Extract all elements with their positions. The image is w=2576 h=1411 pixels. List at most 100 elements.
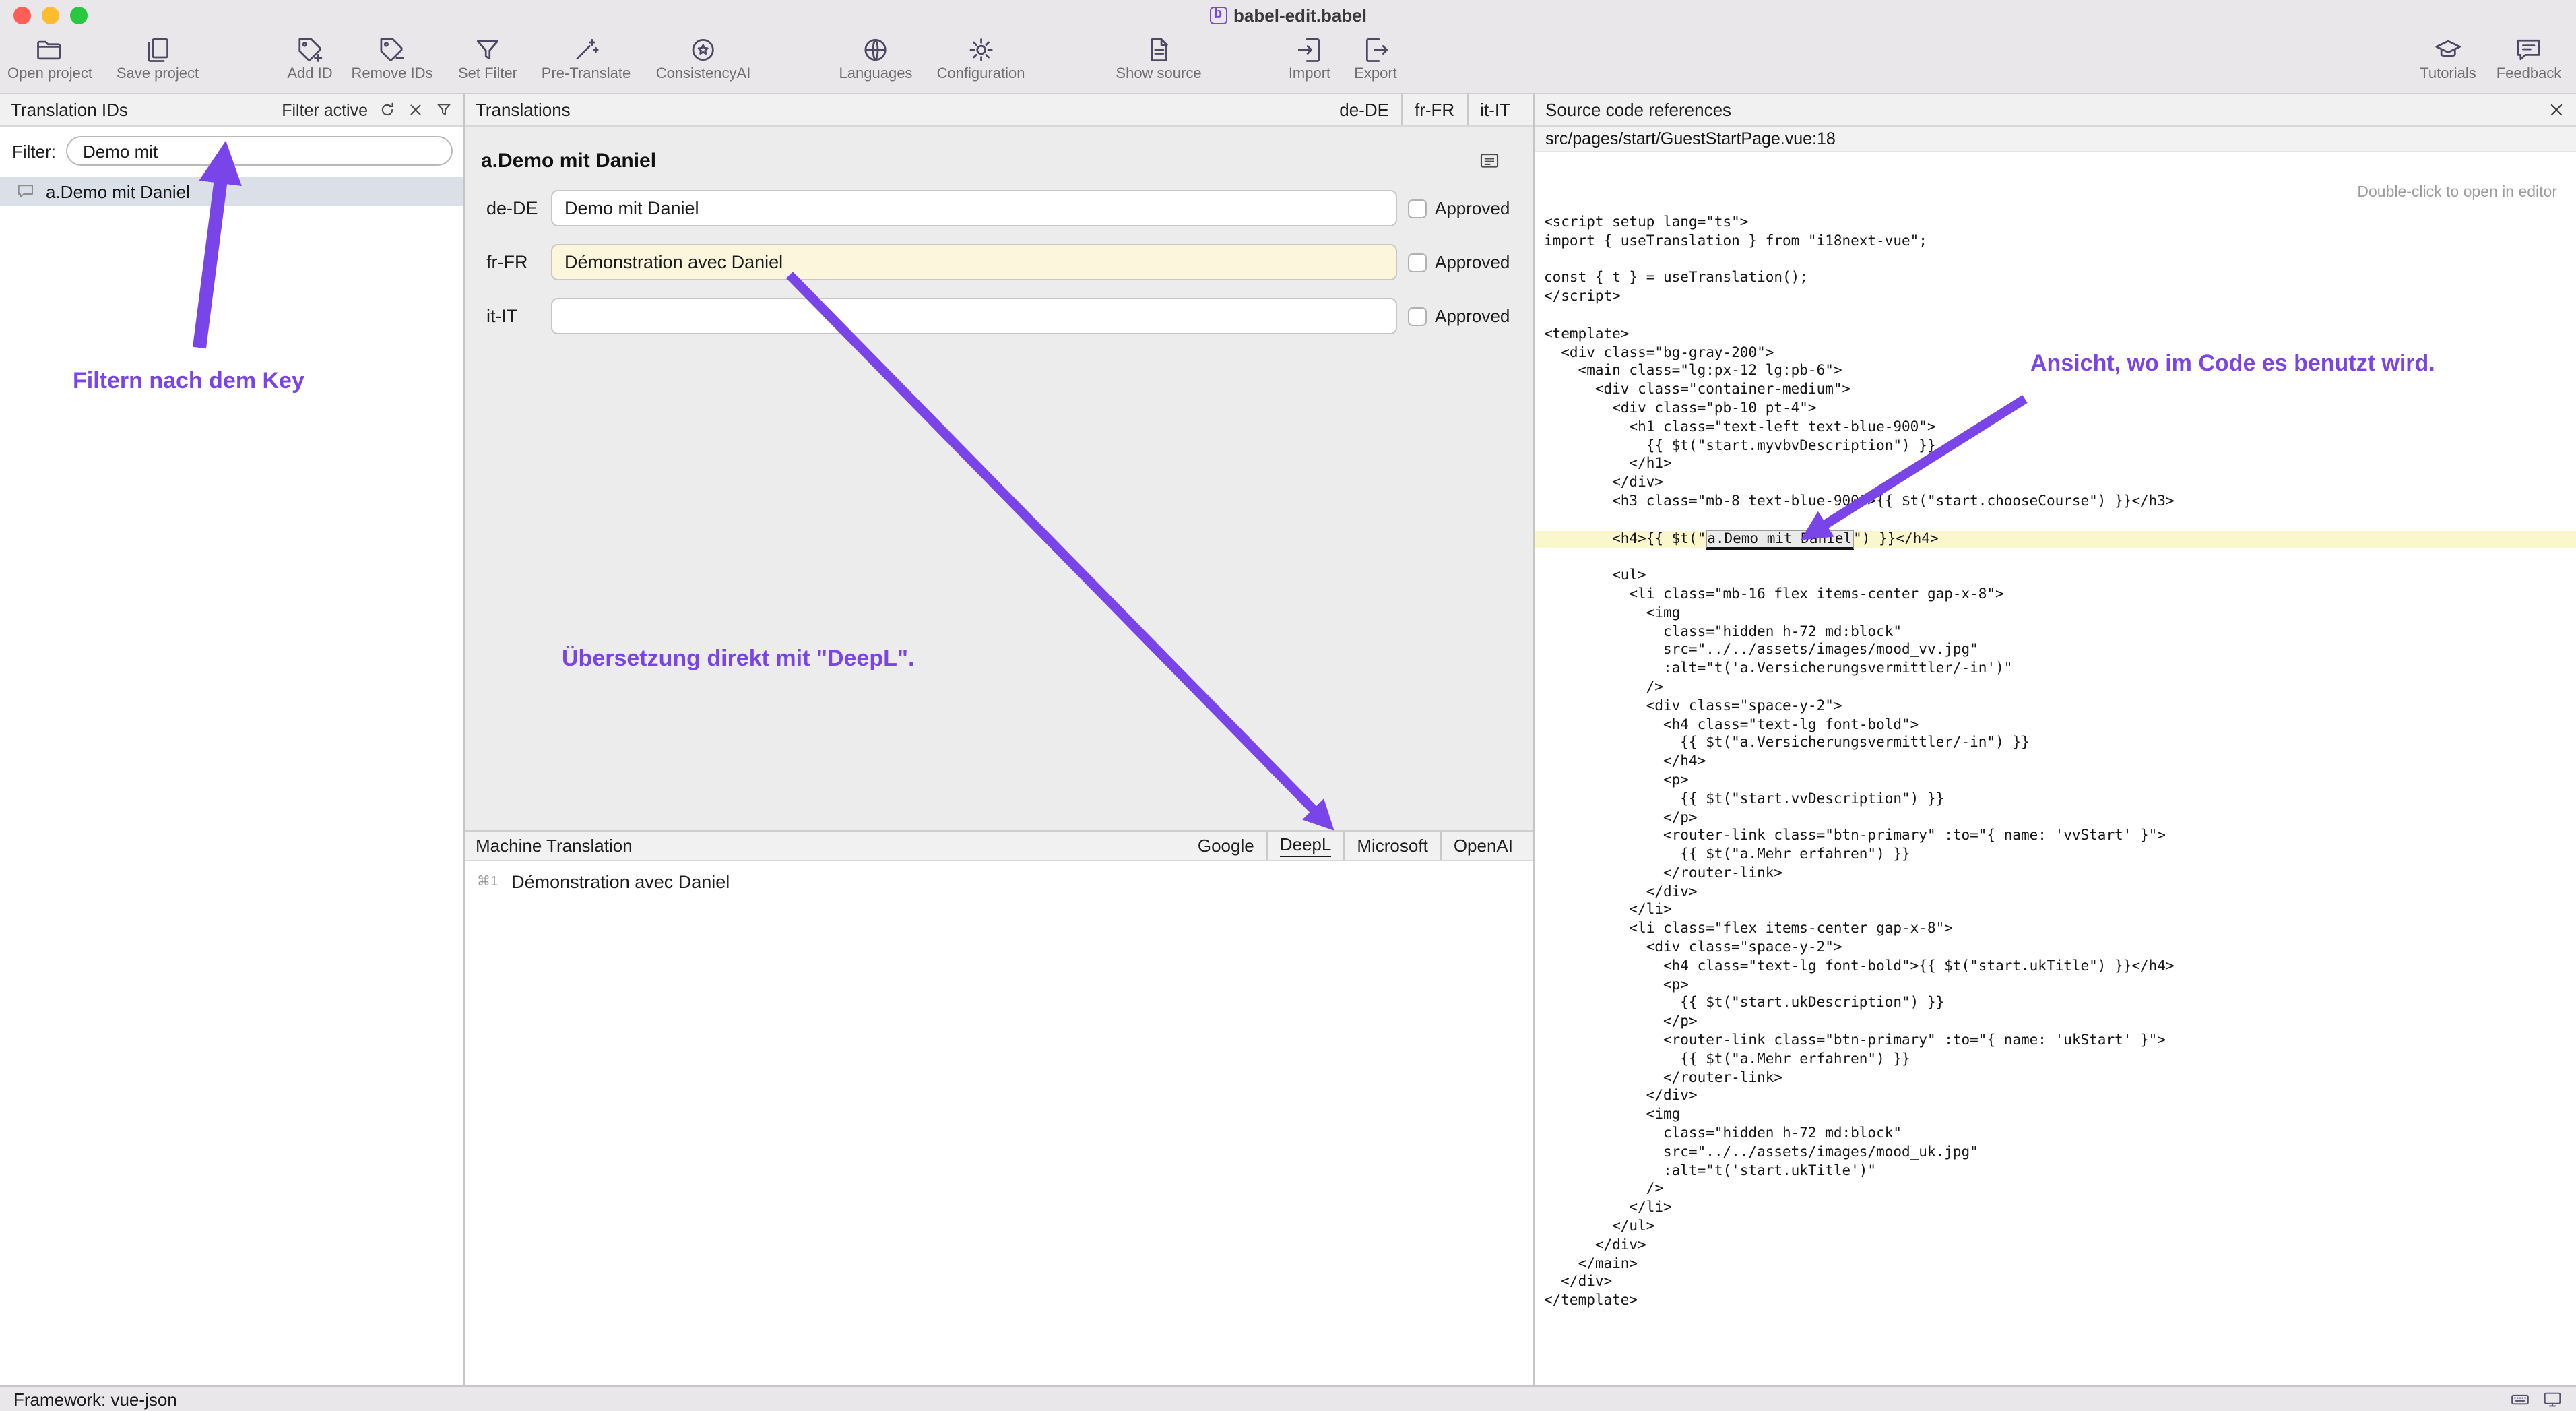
tag-minus-icon xyxy=(377,35,407,65)
code-line: </router-link> xyxy=(1535,865,2576,884)
toolbar-label: Languages xyxy=(839,66,913,82)
translation-input-it[interactable] xyxy=(551,298,1397,334)
toolbar-set-filter[interactable]: Set Filter xyxy=(458,35,517,82)
filter-input[interactable] xyxy=(65,136,453,166)
toolbar-languages[interactable]: Languages xyxy=(839,35,913,82)
toolbar-export[interactable]: Export xyxy=(1354,35,1397,82)
status-icons xyxy=(2510,1389,2563,1409)
keyboard-shortcuts-button[interactable] xyxy=(2510,1389,2530,1409)
approved-label: Approved xyxy=(1435,198,1510,218)
code-line: class="hidden h-72 md:block" xyxy=(1535,623,2576,642)
source-code-title: Source code references xyxy=(1545,100,1731,120)
code-line: const { t } = useTranslation(); xyxy=(1535,270,2576,289)
filter-active-label: Filter active xyxy=(282,100,368,119)
message-bubble-icon xyxy=(16,181,36,201)
zoom-window-button[interactable] xyxy=(70,6,88,24)
toolbar-open-project[interactable]: Open project xyxy=(7,35,92,82)
language-label: de-DE xyxy=(486,198,551,218)
code-area[interactable]: Double-click to open in editor <script s… xyxy=(1535,152,2576,1385)
folder-open-icon xyxy=(35,35,65,65)
approved-checkbox-fr[interactable] xyxy=(1408,253,1427,272)
window-controls xyxy=(13,0,88,30)
clear-filter-button[interactable] xyxy=(407,101,424,119)
tab-label: fr-FR xyxy=(1415,100,1454,120)
code-line: </script> xyxy=(1535,288,2576,307)
code-line: <p> xyxy=(1535,772,2576,791)
code-line: </div> xyxy=(1535,474,2576,493)
toolbar-show-source[interactable]: Show source xyxy=(1116,35,1201,82)
approved-checkbox-it[interactable] xyxy=(1408,307,1427,325)
file-reference[interactable]: src/pages/start/GuestStartPage.vue:18 xyxy=(1535,127,2576,152)
tab-fr-fr[interactable]: fr-FR xyxy=(1401,94,1467,125)
toolbar-import[interactable]: Import xyxy=(1289,35,1330,82)
code-line: {{ $t("start.ukDescription") }} xyxy=(1535,995,2576,1014)
code-line: <li class="flex items-center gap-x-8"> xyxy=(1535,921,2576,940)
gear-icon xyxy=(966,35,996,65)
translation-input-fr[interactable] xyxy=(551,244,1397,280)
tab-label: it-IT xyxy=(1480,100,1510,120)
code-line: import { useTranslation } from "i18next-… xyxy=(1535,233,2576,252)
display-button[interactable] xyxy=(2542,1389,2563,1409)
code-line: </main> xyxy=(1535,1255,2576,1274)
toolbar-configuration[interactable]: Configuration xyxy=(937,35,1025,82)
code-line: </router-link> xyxy=(1535,1069,2576,1088)
code-line: :alt="t('a.Versicherungsvermittler/-in')… xyxy=(1535,660,2576,679)
toolbar-add-id[interactable]: Add ID xyxy=(287,35,332,82)
app-window: b babel-edit.babel Open project Save pro… xyxy=(0,0,2576,1411)
translation-input-de[interactable] xyxy=(551,190,1397,226)
code-line: <li class="mb-16 flex items-center gap-x… xyxy=(1535,586,2576,605)
approved-checkbox-de[interactable] xyxy=(1408,199,1427,218)
star-badge-icon xyxy=(688,35,718,65)
entry-note-button[interactable] xyxy=(1478,150,1501,173)
filter-label: Filter: xyxy=(12,141,56,161)
tab-label: Microsoft xyxy=(1357,836,1427,856)
toolbar-save-project[interactable]: Save project xyxy=(117,35,199,82)
filter-controls: Filter active xyxy=(282,100,453,119)
mt-tab-microsoft[interactable]: Microsoft xyxy=(1343,832,1440,860)
mt-tab-deepl[interactable]: DeepL xyxy=(1266,832,1344,860)
code-line xyxy=(1535,549,2576,568)
refresh-filter-button[interactable] xyxy=(379,101,396,119)
minimize-window-button[interactable] xyxy=(42,6,59,24)
approved-label: Approved xyxy=(1435,252,1510,272)
close-window-button[interactable] xyxy=(13,6,31,24)
mt-tab-openai[interactable]: OpenAI xyxy=(1440,832,1525,860)
tab-de-de[interactable]: de-DE xyxy=(1327,94,1401,125)
machine-translation-content: ⌘1 Démonstration avec Daniel xyxy=(465,861,1533,1385)
code-line: <h4 class="text-lg font-bold"> xyxy=(1535,716,2576,735)
code-line: </p> xyxy=(1535,809,2576,828)
code-line: <div class="space-y-2"> xyxy=(1535,939,2576,958)
code-line: <div class="space-y-2"> xyxy=(1535,697,2576,716)
translations-panel-header: Translations de-DE fr-FR it-IT xyxy=(465,94,1533,127)
translation-row-de: de-DE Approved xyxy=(465,190,1533,226)
close-source-panel-button[interactable] xyxy=(2548,101,2565,119)
toolbar-pre-translate[interactable]: Pre-Translate xyxy=(542,35,631,82)
source-document-icon xyxy=(1144,35,1173,65)
globe-icon xyxy=(861,35,891,65)
code-line: {{ $t("a.Versicherungsvermittler/-in") }… xyxy=(1535,735,2576,754)
machine-translation-result-row[interactable]: ⌘1 Démonstration avec Daniel xyxy=(465,861,1533,892)
filter-button[interactable] xyxy=(435,101,453,119)
code-line: src="../../assets/images/mood_uk.jpg" xyxy=(1535,1144,2576,1163)
tab-label: DeepL xyxy=(1280,834,1332,857)
toolbar-label: Feedback xyxy=(2497,66,2562,82)
titlebar: b babel-edit.babel xyxy=(0,0,2576,30)
code-line: <ul> xyxy=(1535,567,2576,586)
language-label: it-IT xyxy=(486,306,551,326)
language-label: fr-FR xyxy=(486,252,551,272)
toolbar-remove-ids[interactable]: Remove IDs xyxy=(351,35,432,82)
approved-label: Approved xyxy=(1435,306,1510,326)
editor-hint: Double-click to open in editor xyxy=(2357,185,2557,201)
tab-label: de-DE xyxy=(1339,100,1389,120)
tab-it-it[interactable]: it-IT xyxy=(1467,94,1522,125)
refresh-icon xyxy=(379,101,396,119)
toolbar-tutorials[interactable]: Tutorials xyxy=(2420,35,2476,82)
translation-id-item[interactable]: a.Demo mit Daniel xyxy=(0,177,463,206)
tab-label: OpenAI xyxy=(1454,836,1513,856)
magic-wand-icon xyxy=(571,35,601,65)
toolbar-consistency-ai[interactable]: ConsistencyAI xyxy=(656,35,751,82)
mt-tab-google[interactable]: Google xyxy=(1186,832,1266,860)
highlighted-key-token: a.Demo mit Daniel xyxy=(1706,529,1853,549)
toolbar-feedback[interactable]: Feedback xyxy=(2497,35,2562,82)
code-line: <template> xyxy=(1535,326,2576,345)
